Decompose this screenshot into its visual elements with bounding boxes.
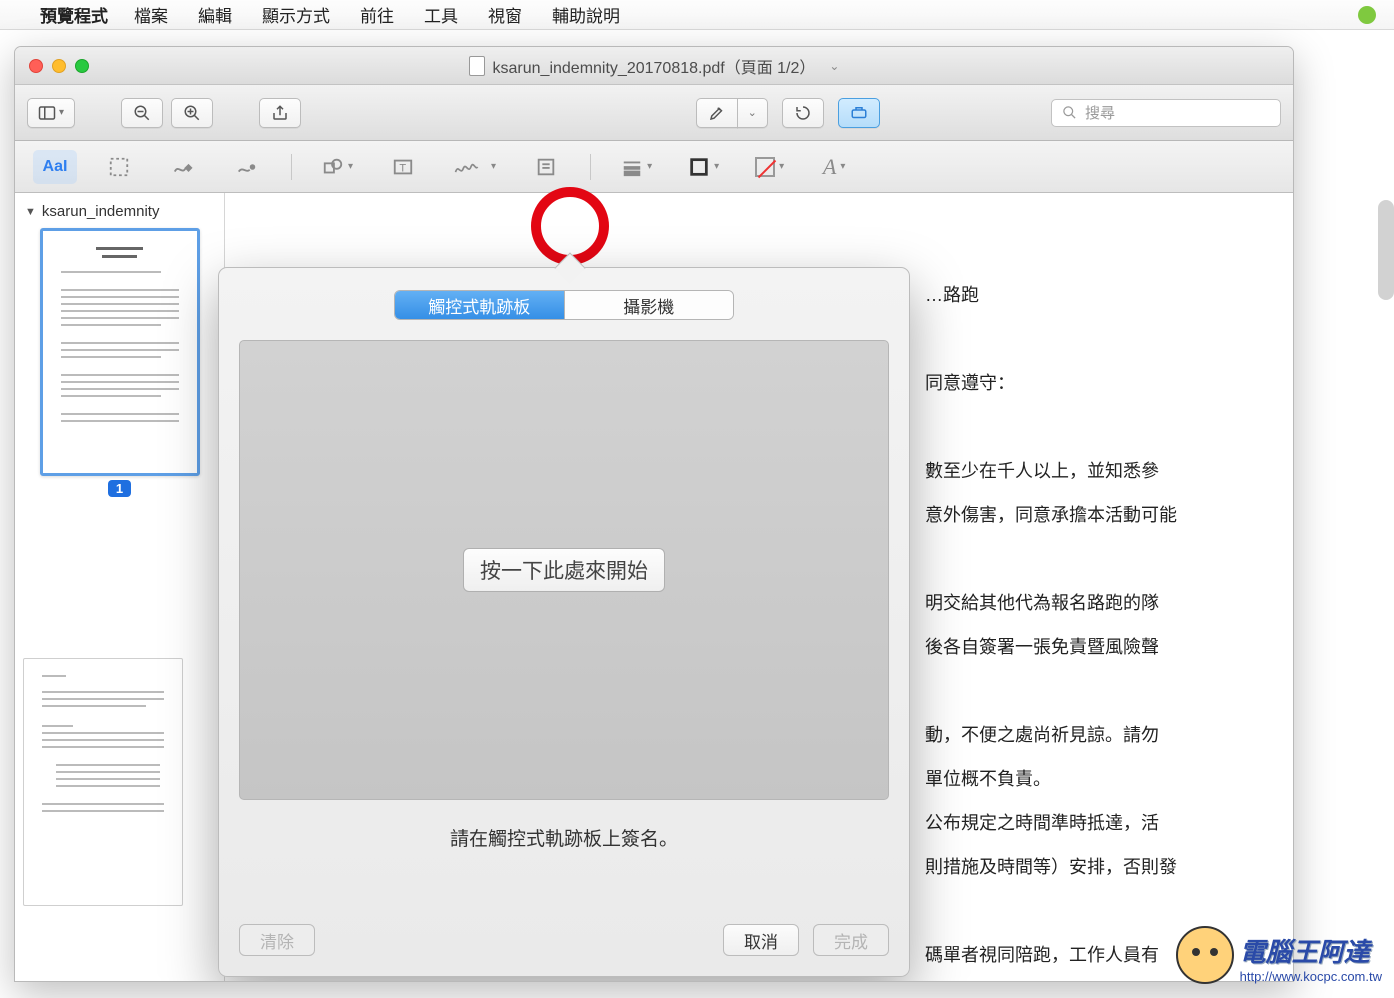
sidebar-toggle-button[interactable]: ▾ [27, 98, 75, 128]
menu-help[interactable]: 輔助說明 [552, 2, 620, 27]
border-style-tool[interactable]: ▾ [613, 150, 660, 184]
signature-source-segmented: 觸控式軌跡板 攝影機 [394, 290, 734, 320]
document-visible-text: …路跑 同意遵守： 數至少在千人以上，並知悉參 意外傷害，同意承擔本活動可能 明… [925, 273, 1177, 977]
text-tool[interactable]: T [381, 150, 425, 184]
page-thumbnail-1[interactable]: 1 [40, 228, 200, 498]
highlight-dropdown-button[interactable]: ⌄ [737, 98, 768, 128]
preview-window: ksarun_indemnity_20170818.pdf（頁面 1/2） ⌄ … [14, 46, 1294, 982]
note-tool[interactable] [524, 150, 568, 184]
menu-edit[interactable]: 編輯 [198, 2, 232, 27]
watermark-url: http://www.kocpc.com.tw [1240, 969, 1382, 984]
seg-camera[interactable]: 攝影機 [564, 291, 734, 319]
menu-file[interactable]: 檔案 [134, 2, 168, 27]
share-button[interactable] [259, 98, 301, 128]
svg-text:T: T [399, 162, 406, 174]
window-zoom-button[interactable] [75, 59, 89, 73]
watermark: 電腦王阿達 http://www.kocpc.com.tw [1176, 926, 1382, 984]
menu-view[interactable]: 顯示方式 [262, 2, 330, 27]
text-style-tool[interactable]: A▾ [812, 150, 856, 184]
markup-toolbar: AaI ▾ T ▾ ▾ ▾ ▾ A▾ [15, 141, 1293, 193]
sidebar-document-header[interactable]: ▼ ksarun_indemnity [23, 203, 216, 220]
markup-toggle-button[interactable] [838, 98, 880, 128]
page-number-badge: 1 [108, 480, 131, 497]
title-dropdown-icon[interactable]: ⌄ [829, 59, 839, 73]
sketch-tool[interactable] [161, 150, 205, 184]
window-minimize-button[interactable] [52, 59, 66, 73]
thumbnails-sidebar[interactable]: ▼ ksarun_indemnity [15, 193, 225, 981]
text-selection-tool[interactable]: AaI [33, 150, 77, 184]
menu-tools[interactable]: 工具 [424, 2, 458, 27]
rotate-button[interactable] [782, 98, 824, 128]
status-indicator-icon[interactable] [1358, 6, 1376, 24]
start-signing-button[interactable]: 按一下此處來開始 [463, 548, 665, 592]
page-scrollbar[interactable] [1378, 200, 1394, 300]
watermark-title: 電腦王阿達 [1240, 932, 1382, 969]
draw-tool[interactable] [225, 150, 269, 184]
done-button[interactable]: 完成 [813, 924, 889, 956]
fill-color-tool[interactable]: ▾ [747, 150, 792, 184]
clear-button[interactable]: 清除 [239, 924, 315, 956]
search-field[interactable]: 搜尋 [1051, 99, 1281, 127]
shapes-tool[interactable]: ▾ [314, 150, 361, 184]
highlight-button[interactable] [696, 98, 738, 128]
disclosure-triangle-icon[interactable]: ▼ [25, 206, 36, 218]
signature-canvas[interactable]: 按一下此處來開始 [239, 340, 889, 800]
rectangular-selection-tool[interactable] [97, 150, 141, 184]
menu-window[interactable]: 視窗 [488, 2, 522, 27]
border-color-tool[interactable]: ▾ [680, 150, 727, 184]
search-icon [1062, 105, 1077, 120]
signature-popover: 觸控式軌跡板 攝影機 按一下此處來開始 請在觸控式軌跡板上簽名。 清除 取消 完… [218, 267, 910, 977]
window-close-button[interactable] [29, 59, 43, 73]
mac-menubar: 預覽程式 檔案 編輯 顯示方式 前往 工具 視窗 輔助說明 [0, 0, 1394, 30]
window-traffic-lights [29, 59, 89, 73]
signature-hint: 請在觸控式軌跡板上簽名。 [219, 824, 909, 851]
app-name[interactable]: 預覽程式 [40, 2, 108, 27]
menu-go[interactable]: 前往 [360, 2, 394, 27]
search-placeholder: 搜尋 [1085, 102, 1115, 123]
sidebar-doc-name: ksarun_indemnity [42, 203, 160, 220]
watermark-mascot-icon [1176, 926, 1234, 984]
main-toolbar: ▾ ⌄ 搜尋 [15, 85, 1293, 141]
seg-trackpad[interactable]: 觸控式軌跡板 [395, 291, 564, 319]
window-titlebar: ksarun_indemnity_20170818.pdf（頁面 1/2） ⌄ [15, 47, 1293, 85]
page-thumbnail-2[interactable] [23, 658, 183, 906]
sign-tool[interactable]: ▾ [445, 150, 504, 184]
document-icon [469, 56, 485, 76]
zoom-in-button[interactable] [171, 98, 213, 128]
cancel-button[interactable]: 取消 [723, 924, 799, 956]
window-title: ksarun_indemnity_20170818.pdf（頁面 1/2） [493, 54, 816, 78]
zoom-out-button[interactable] [121, 98, 163, 128]
